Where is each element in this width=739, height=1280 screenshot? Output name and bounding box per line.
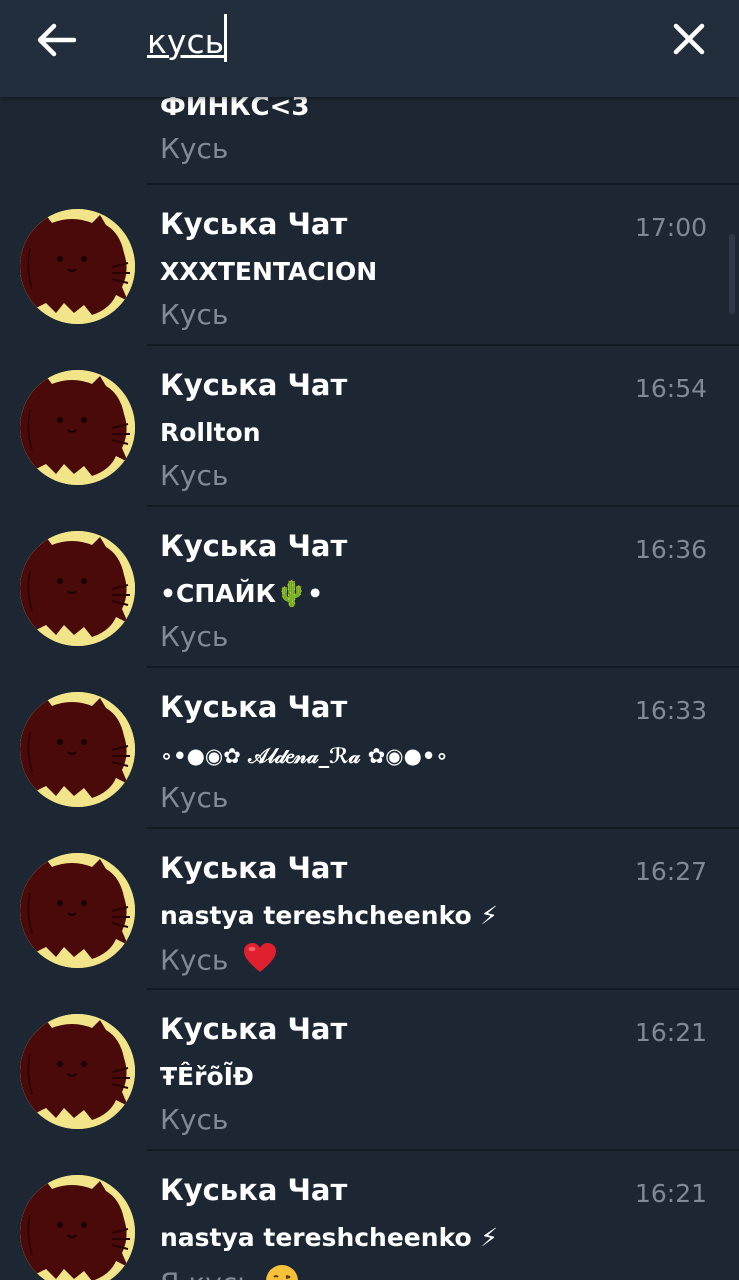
- message-author: Кусь: [160, 620, 229, 653]
- heart-emoji: [243, 942, 277, 981]
- search-input[interactable]: [147, 18, 627, 64]
- message-author: Кусь: [160, 298, 229, 331]
- message-author: Кусь: [160, 781, 229, 814]
- close-icon: [673, 23, 705, 55]
- search-header: [0, 0, 739, 97]
- chat-name: Куська Чат: [160, 851, 348, 885]
- chat-name: Куська Чат: [160, 690, 348, 724]
- list-item[interactable]: Куська Чат 16:21 ŦÊřõĨĐ Кусь: [0, 990, 739, 1151]
- chat-name: Куська Чат: [160, 368, 348, 402]
- timestamp: 16:33: [634, 696, 707, 725]
- message-preview: nastya tereshcheenko ⚡: [160, 901, 498, 930]
- search-field[interactable]: [147, 14, 627, 64]
- author-name: Кусь: [160, 943, 229, 977]
- timestamp: 16:54: [634, 374, 707, 403]
- message-author: Кусь: [160, 132, 229, 165]
- message-preview: XXXTENTACION: [160, 257, 378, 286]
- avatar: [20, 1175, 135, 1280]
- message-author: Кусь: [160, 1103, 229, 1136]
- list-item[interactable]: Куська Чат 16:27 nastya tereshcheenko ⚡ …: [0, 829, 739, 990]
- avatar: [20, 853, 135, 968]
- avatar: [20, 1014, 135, 1129]
- message-author: Кусь: [160, 942, 277, 981]
- list-item[interactable]: Куська Чат 16:54 Rollton Кусь: [0, 346, 739, 507]
- message-preview: nastya tereshcheenko ⚡: [160, 1223, 498, 1252]
- timestamp: 17:00: [634, 213, 707, 242]
- list-item[interactable]: Куська Чат 16:33 ∘•●◉✿ 𝒜𝓁𝒹𝑒𝓃𝒶_ℛ𝒶 ✿◉●•∘ К…: [0, 668, 739, 829]
- avatar: [20, 531, 135, 646]
- message-preview: ŦÊřõĨĐ: [160, 1062, 254, 1091]
- list-item[interactable]: Куська Чат 17:00 XXXTENTACION Кусь: [0, 185, 739, 346]
- avatar: [20, 209, 135, 324]
- message-author: Я кусь: [160, 1264, 299, 1280]
- message-preview: Rollton: [160, 418, 261, 447]
- list-item[interactable]: Куська Чат 16:21 nastya tereshcheenko ⚡ …: [0, 1151, 739, 1280]
- chat-name: Куська Чат: [160, 1173, 348, 1207]
- back-button[interactable]: [30, 18, 86, 62]
- chat-name: Куська Чат: [160, 529, 348, 563]
- author-name: Я кусь: [160, 1267, 254, 1280]
- list-item[interactable]: Куська Чат 16:36 •СПАЙК🌵• Кусь: [0, 507, 739, 668]
- message-preview: ∘•●◉✿ 𝒜𝓁𝒹𝑒𝓃𝒶_ℛ𝒶 ✿◉●•∘: [160, 744, 449, 768]
- clear-search-button[interactable]: [664, 16, 714, 64]
- text-caret: [224, 14, 227, 62]
- timestamp: 16:21: [634, 1018, 707, 1047]
- scrollbar[interactable]: [729, 234, 735, 314]
- avatar: [20, 692, 135, 807]
- message-preview: •СПАЙК🌵•: [160, 579, 324, 608]
- message-author: Кусь: [160, 459, 229, 492]
- chat-name: Куська Чат: [160, 1012, 348, 1046]
- timestamp: 16:27: [634, 857, 707, 886]
- avatar: [20, 370, 135, 485]
- timestamp: 16:21: [634, 1179, 707, 1208]
- chat-name: Куська Чат: [160, 207, 348, 241]
- search-results-list: ФИНКС<3 Кусь Куська Чат 17:00 XXXTENTACI…: [0, 0, 739, 1280]
- arrow-left-icon: [37, 23, 77, 57]
- timestamp: 16:36: [634, 535, 707, 564]
- kiss-emoji: [265, 1264, 299, 1280]
